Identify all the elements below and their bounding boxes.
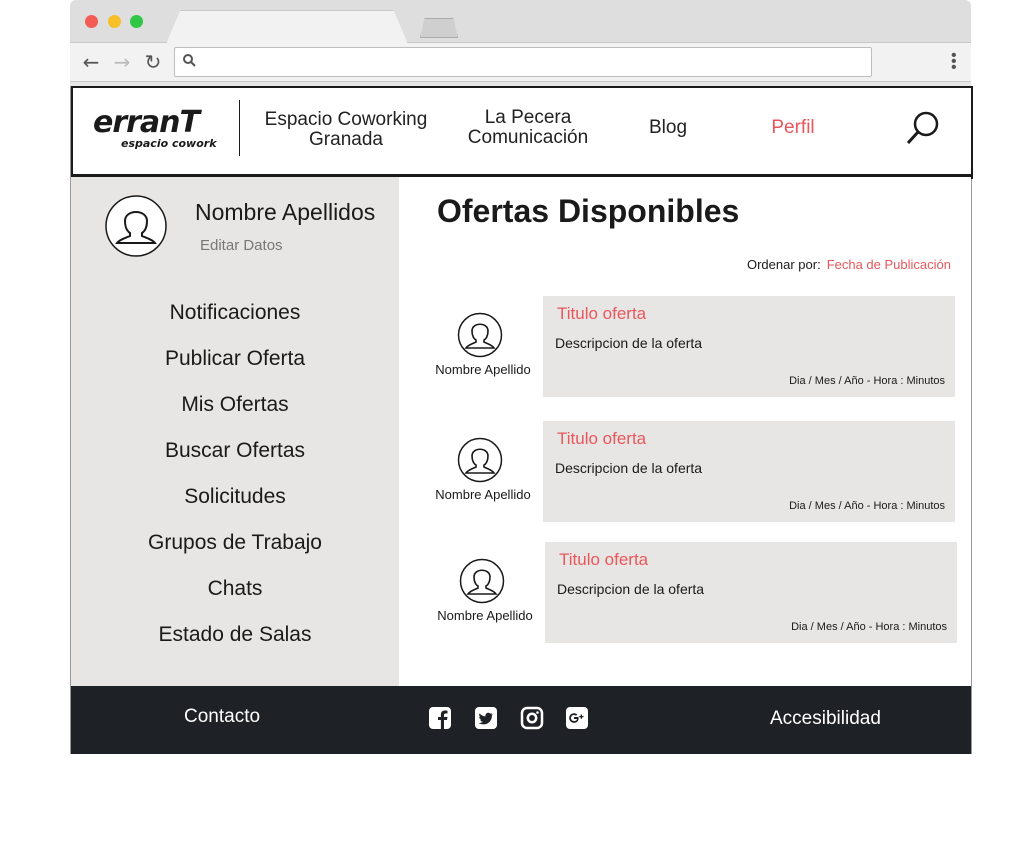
sort-control[interactable]: Ordenar por: Fecha de Publicación	[747, 257, 951, 272]
new-tab-button[interactable]	[420, 18, 458, 38]
offer-card[interactable]: Titulo oferta Descripcion de la oferta D…	[545, 542, 957, 643]
address-bar[interactable]	[174, 47, 872, 77]
logo-main-text: erranT	[93, 105, 200, 140]
site-footer: Contacto Accesibilidad	[71, 686, 971, 754]
minimize-window-button[interactable]	[108, 15, 121, 28]
sidebar-item-notificaciones[interactable]: Notificaciones	[71, 299, 399, 345]
page-title: Ofertas Disponibles	[437, 193, 740, 229]
sidebar-item-grupos-de-trabajo[interactable]: Grupos de Trabajo	[71, 529, 399, 575]
browser-tab-active[interactable]	[166, 10, 408, 44]
offer-date: Dia / Mes / Año - Hora : Minutos	[791, 621, 947, 633]
nav-perfil[interactable]: Perfil	[753, 118, 833, 138]
nav-label-line1: Espacio Coworking	[264, 109, 428, 130]
close-window-button[interactable]	[85, 15, 98, 28]
twitter-icon[interactable]	[474, 706, 498, 730]
errant-logo[interactable]: erranT espacio cowork	[93, 108, 223, 156]
browser-toolbar: ← → ↻ • • •	[70, 43, 971, 82]
google-plus-icon[interactable]	[565, 706, 589, 730]
instagram-icon[interactable]	[520, 706, 544, 730]
nav-label-line1: La Pecera	[484, 107, 572, 128]
search-icon	[183, 54, 196, 67]
nav-espacio-coworking[interactable]: Espacio Coworking Granada	[261, 110, 431, 150]
forward-arrow-icon[interactable]: →	[111, 51, 133, 73]
offer-description: Descripcion de la oferta	[557, 581, 705, 597]
browser-menu-icon[interactable]: • • •	[951, 48, 957, 76]
sidebar-item-chats[interactable]: Chats	[71, 575, 399, 621]
nav-label: Blog	[648, 117, 688, 138]
offers-main: Ofertas Disponibles Ordenar por: Fecha de…	[399, 177, 971, 686]
sidebar-item-mis-ofertas[interactable]: Mis Ofertas	[71, 391, 399, 437]
offer-author-name[interactable]: Nombre Apellido	[428, 362, 538, 377]
offer-card[interactable]: Titulo oferta Descripcion de la oferta D…	[543, 421, 955, 522]
nav-label: Perfil	[771, 117, 815, 138]
offer-author-name[interactable]: Nombre Apellido	[430, 608, 540, 623]
search-icon[interactable]	[905, 110, 941, 146]
offer-card[interactable]: Titulo oferta Descripcion de la oferta D…	[543, 296, 955, 397]
logo-sub-text: espacio cowork	[121, 137, 217, 150]
edit-data-link[interactable]: Editar Datos	[200, 237, 283, 254]
tab-strip	[70, 0, 971, 44]
maximize-window-button[interactable]	[130, 15, 143, 28]
author-avatar-icon	[459, 558, 505, 604]
nav-la-pecera[interactable]: La Pecera Comunicación	[453, 108, 603, 148]
nav-blog[interactable]: Blog	[633, 118, 703, 138]
sort-label: Ordenar por:	[746, 257, 821, 272]
offer-author-name[interactable]: Nombre Apellido	[428, 487, 538, 502]
sidebar-item-publicar-oferta[interactable]: Publicar Oferta	[71, 345, 399, 391]
offer-description: Descripcion de la oferta	[555, 335, 703, 351]
footer-contact-link[interactable]: Contacto	[184, 706, 260, 728]
offer-date: Dia / Mes / Año - Hora : Minutos	[789, 375, 945, 387]
sidebar-item-buscar-ofertas[interactable]: Buscar Ofertas	[71, 437, 399, 483]
user-avatar-icon	[105, 195, 167, 257]
offer-title[interactable]: Titulo oferta	[559, 550, 648, 570]
offer-description: Descripcion de la oferta	[555, 460, 703, 476]
sidebar-item-estado-de-salas[interactable]: Estado de Salas	[71, 621, 399, 667]
offer-date: Dia / Mes / Año - Hora : Minutos	[789, 500, 945, 512]
offer-title[interactable]: Titulo oferta	[557, 429, 646, 449]
browser-window: ← → ↻ • • •	[70, 0, 971, 86]
header-divider	[239, 100, 240, 156]
sidebar-item-solicitudes[interactable]: Solicitudes	[71, 483, 399, 529]
facebook-icon[interactable]	[428, 706, 452, 730]
site-header: erranT espacio cowork Espacio Coworking …	[71, 86, 973, 179]
profile-sidebar: Nombre Apellidos Editar Datos Notificaci…	[71, 177, 399, 686]
reload-icon[interactable]: ↻	[142, 51, 164, 73]
site-frame: erranT espacio cowork Espacio Coworking …	[70, 86, 973, 754]
nav-label-line2: Comunicación	[467, 127, 589, 148]
sidebar-menu: Notificaciones Publicar Oferta Mis Ofert…	[71, 299, 399, 667]
sort-value[interactable]: Fecha de Publicación	[827, 257, 951, 272]
back-arrow-icon[interactable]: ←	[80, 51, 102, 73]
author-avatar-icon	[457, 437, 503, 483]
author-avatar-icon	[457, 312, 503, 358]
offer-title[interactable]: Titulo oferta	[557, 304, 646, 324]
user-name: Nombre Apellidos	[195, 199, 376, 225]
footer-accessibility-link[interactable]: Accesibilidad	[770, 708, 881, 730]
nav-label-line2: Granada	[309, 129, 383, 150]
